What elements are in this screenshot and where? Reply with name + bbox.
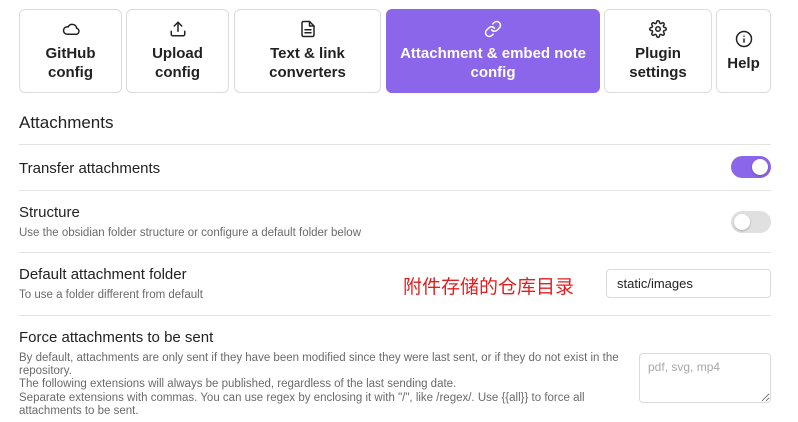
tab-text-link-converters[interactable]: Text & link converters: [234, 9, 381, 93]
tab-github-config[interactable]: GitHub config: [19, 9, 122, 93]
link-icon: [484, 20, 502, 38]
upload-icon: [170, 21, 185, 37]
tab-label: Plugin settings: [629, 45, 687, 81]
setting-name-structure: Structure: [19, 204, 80, 221]
transfer-attachments-toggle[interactable]: [731, 156, 771, 178]
force-extensions-textarea[interactable]: [639, 353, 771, 403]
toggle-knob: [734, 214, 750, 230]
section-title-attachments: Attachments: [19, 113, 114, 132]
tab-label: GitHub config: [45, 45, 96, 81]
annotation-text: 附件存储的仓库目录: [403, 276, 575, 298]
divider: [19, 144, 771, 145]
toggle-knob: [752, 159, 768, 175]
divider: [19, 315, 771, 316]
desc-line: By default, attachments are only sent if…: [19, 352, 619, 378]
setting-desc-force-attachments: By default, attachments are only sent if…: [19, 352, 629, 418]
tab-label: Attachment & embed note config: [400, 45, 586, 81]
desc-line: Separate extensions with commas. You can…: [19, 391, 585, 417]
cloud-icon: [62, 23, 80, 36]
default-folder-input[interactable]: [606, 269, 771, 298]
setting-desc-default-folder: To use a folder different from default: [19, 289, 203, 301]
desc-line: The following extensions will always be …: [19, 378, 457, 391]
gear-icon: [649, 20, 667, 38]
tab-label: Text & link converters: [269, 45, 346, 81]
structure-toggle[interactable]: [731, 211, 771, 233]
setting-name-default-folder: Default attachment folder: [19, 266, 187, 283]
tab-attachment-embed-config[interactable]: Attachment & embed note config: [386, 9, 600, 93]
tab-label: Upload config: [152, 45, 203, 81]
tab-plugin-settings[interactable]: Plugin settings: [604, 9, 712, 93]
info-icon: [735, 30, 752, 47]
setting-name-force-attachments: Force attachments to be sent: [19, 329, 214, 346]
tab-upload-config[interactable]: Upload config: [126, 9, 229, 93]
setting-name-transfer-attachments: Transfer attachments: [19, 160, 161, 177]
file-text-icon: [300, 20, 315, 38]
divider: [19, 190, 771, 191]
tab-label: Help: [727, 54, 760, 72]
divider: [19, 252, 771, 253]
tab-help[interactable]: Help: [716, 9, 771, 93]
setting-desc-structure: Use the obsidian folder structure or con…: [19, 227, 362, 239]
